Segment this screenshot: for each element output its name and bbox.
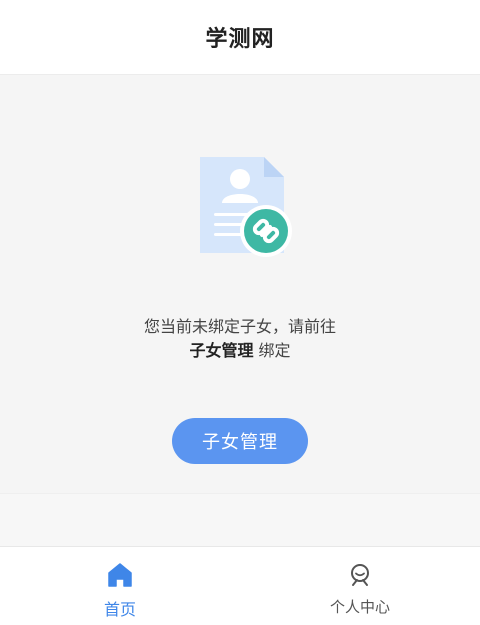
message-strong-text: 子女管理 [189,341,254,360]
bottom-tab-bar: 首页 个人中心 [0,546,480,625]
top-header: 学测网 [0,0,480,75]
content-footer-area [0,493,480,546]
main-content: 您当前未绑定子女，请前往 子女管理 绑定 子女管理 [0,75,480,493]
tab-profile-label: 个人中心 [329,598,390,616]
tab-profile[interactable]: 个人中心 [240,547,480,625]
document-link-icon [200,157,292,257]
tab-home-label: 首页 [103,600,136,619]
profile-icon [351,564,369,586]
tab-home[interactable]: 首页 [0,547,240,625]
empty-state-message: 您当前未绑定子女，请前往 子女管理 绑定 [0,315,480,363]
message-line-1: 您当前未绑定子女，请前往 [143,317,336,336]
page-title: 学测网 [205,27,275,52]
home-icon [108,563,132,587]
app-root: 学测网 您当前未绑定子女，请前往 子女管理 绑定 子女管理 首页 个人中心 [0,0,480,625]
child-management-button[interactable]: 子女管理 [172,418,308,464]
message-line-2: 子女管理 绑定 [0,339,480,363]
message-suffix-text: 绑定 [253,341,291,360]
